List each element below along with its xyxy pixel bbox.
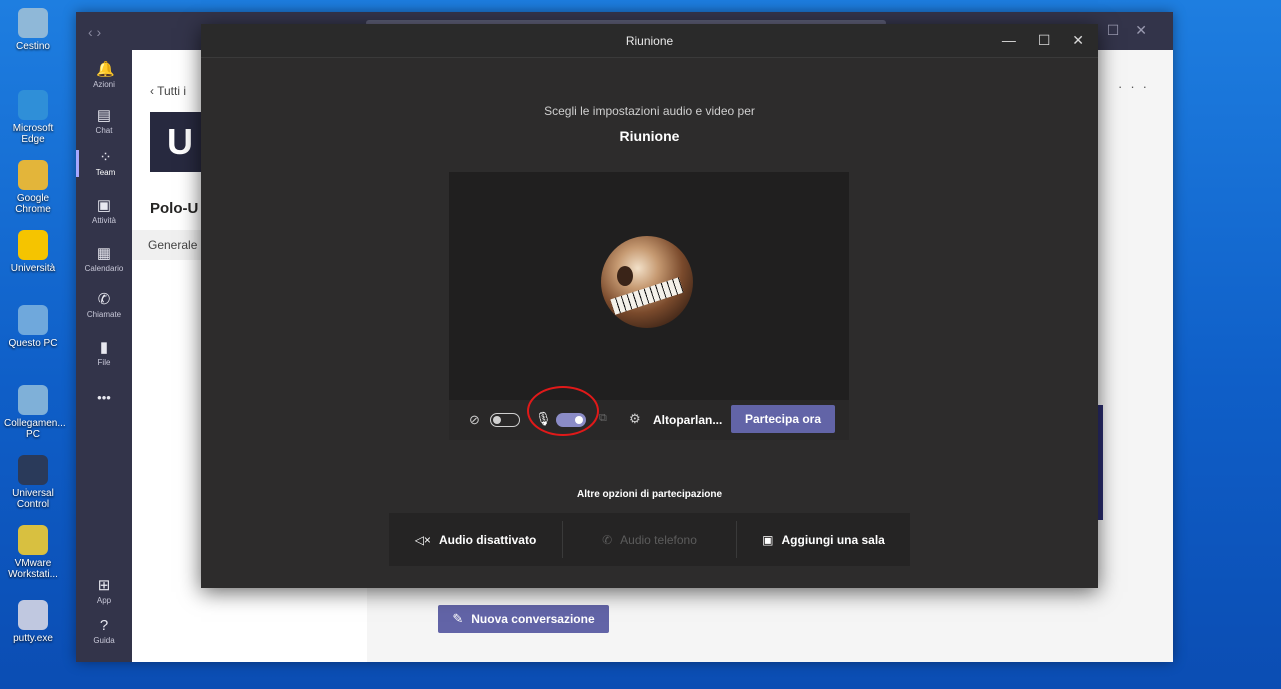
- add-room-option[interactable]: ▣ Aggiungi una sala: [737, 513, 910, 566]
- desktop-shortcut-label: Google Chrome: [15, 193, 51, 215]
- rail-calendar-icon: ▦: [96, 245, 112, 262]
- dialog-subtitle: Scegli le impostazioni audio e video per: [544, 104, 755, 118]
- add-room-label: Aggiungi una sala: [781, 532, 885, 547]
- user-avatar: [601, 236, 693, 328]
- putty-icon: [18, 600, 48, 630]
- rail-help-icon: ?: [99, 617, 109, 634]
- team-name[interactable]: Polo-U: [150, 200, 198, 217]
- rail-team-icon: ⁘: [99, 149, 112, 166]
- speaker-select[interactable]: Altoparlan...: [653, 413, 722, 427]
- desktop-shortcut[interactable]: Questo PC: [4, 305, 62, 349]
- desktop-shortcut-label: VMware Workstati...: [8, 558, 58, 580]
- audio-off-label: Audio disattivato: [438, 532, 537, 547]
- back-to-teams-link[interactable]: ‹ Tutti i: [150, 84, 186, 98]
- annotation-circle: [527, 386, 599, 436]
- rail-team-label: Team: [95, 168, 116, 177]
- rail-files-icon: ▮: [99, 339, 109, 356]
- other-join-options-label: Altre opzioni di partecipazione: [576, 489, 722, 500]
- nav-arrows[interactable]: ‹ ›: [88, 24, 101, 40]
- warning-folder-icon: [18, 230, 48, 260]
- rail-chat-icon: ▤: [96, 107, 112, 124]
- camera-toggle[interactable]: [490, 413, 520, 427]
- phone-audio-option[interactable]: ✆ Audio telefono: [563, 513, 736, 566]
- rail-apps-icon: ⊞: [97, 577, 111, 594]
- desktop-shortcut-label: Cestino: [16, 41, 50, 52]
- join-options: ◁× Audio disattivato ✆ Audio telefono ▣ …: [389, 513, 910, 566]
- app-rail: 🔔 Azioni ▤ Chat ⁘ Team ▣ Attività ▦ Calendario ✆ Ch…: [76, 50, 132, 662]
- rail-calls-label: Chiamate: [86, 310, 122, 319]
- camera-off-icon: ⊘: [469, 412, 480, 427]
- rail-help[interactable]: ? Guida: [76, 617, 132, 646]
- desktop-icons: Cestino Microsoft Edge Google Chrome Univer…: [0, 0, 66, 689]
- dialog-window-controls: — ☐ ✕: [984, 32, 1084, 49]
- join-now-button[interactable]: Partecipa ora: [731, 405, 835, 433]
- vmware-icon: [18, 525, 48, 555]
- rail-activity[interactable]: ▣ Attività: [76, 197, 132, 226]
- desktop-shortcut[interactable]: Collegamen... PC: [4, 385, 66, 440]
- rail-actions-icon: 🔔: [96, 61, 115, 78]
- universal-control-icon: [18, 455, 48, 485]
- desktop-shortcut[interactable]: Universal Control: [4, 455, 62, 510]
- maximize-icon[interactable]: ☐: [1038, 32, 1051, 48]
- desktop-shortcut-label: Questo PC: [8, 338, 58, 349]
- avatar-figure: [617, 266, 633, 286]
- dialog-title: Riunione: [625, 34, 674, 48]
- phone-icon: ✆: [602, 532, 613, 547]
- gear-icon[interactable]: ⚙: [629, 411, 641, 427]
- audio-off-option[interactable]: ◁× Audio disattivato: [389, 513, 562, 566]
- remote-desktop-icon: [18, 385, 48, 415]
- rail-actions-label: Azioni: [93, 80, 115, 89]
- desktop-shortcut[interactable]: Google Chrome: [4, 160, 62, 215]
- camera-toggle-knob: [493, 416, 501, 424]
- minimize-icon[interactable]: —: [1002, 32, 1016, 48]
- desktop-shortcut[interactable]: Microsoft Edge: [4, 90, 62, 145]
- background-blur-icon[interactable]: ⧉: [599, 412, 607, 425]
- rail-files[interactable]: ▮ File: [76, 339, 132, 368]
- rail-more[interactable]: •••: [76, 390, 132, 405]
- desktop-shortcut-label: Microsoft Edge: [12, 123, 54, 145]
- room-icon: ▣: [762, 532, 774, 547]
- video-preview: ⊘ 🎙 ⧉ ⚙ Altoparlan... Partecipa ora: [449, 172, 849, 440]
- rail-calls[interactable]: ✆ Chiamate: [76, 291, 132, 320]
- desktop-shortcut-label: Universal Control: [12, 488, 54, 510]
- rail-calendar[interactable]: ▦ Calendario: [76, 245, 132, 274]
- desktop-shortcut-label: putty.exe: [13, 633, 53, 644]
- rail-actions[interactable]: 🔔 Azioni: [76, 61, 132, 90]
- new-conversation-label: Nuova conversazione: [471, 612, 595, 626]
- speaker-muted-icon: ◁×: [414, 532, 431, 547]
- edit-icon: ✎: [452, 611, 464, 626]
- rail-more-label: •••: [97, 390, 111, 405]
- rail-calendar-label: Calendario: [84, 264, 124, 273]
- desktop-shortcut[interactable]: Cestino: [4, 8, 62, 52]
- chrome-icon: [18, 160, 48, 190]
- recycle-bin-icon: [18, 8, 48, 38]
- meeting-dialog: Riunione — ☐ ✕ Scegli le impostazioni au…: [201, 24, 1098, 588]
- edge-icon: [18, 90, 48, 120]
- rail-team[interactable]: ⁘ Team: [76, 150, 132, 177]
- rail-apps-label: App: [96, 596, 112, 605]
- rail-calls-icon: ✆: [97, 291, 111, 308]
- meeting-name: Riunione: [619, 128, 680, 144]
- dialog-title-bar: Riunione — ☐ ✕: [201, 24, 1098, 58]
- pc-icon: [18, 305, 48, 335]
- rail-activity-icon: ▣: [96, 197, 112, 214]
- rail-apps[interactable]: ⊞ App: [76, 577, 132, 606]
- desktop-shortcut[interactable]: VMware Workstati...: [4, 525, 62, 580]
- desktop-shortcut-label: Collegamen... PC: [4, 418, 66, 440]
- phone-audio-label: Audio telefono: [620, 532, 697, 547]
- rail-files-label: File: [97, 358, 111, 367]
- new-conversation-button[interactable]: ✎ Nuova conversazione: [438, 605, 609, 633]
- rail-activity-label: Attività: [91, 216, 116, 225]
- rail-chat-label: Chat: [95, 126, 113, 135]
- rail-chat[interactable]: ▤ Chat: [76, 107, 132, 136]
- device-controls: ⊘ 🎙 ⧉ ⚙ Altoparlan... Partecipa ora: [449, 400, 849, 440]
- close-icon[interactable]: ✕: [1072, 32, 1084, 48]
- desktop-shortcut[interactable]: putty.exe: [4, 600, 62, 644]
- desktop-shortcut[interactable]: Università: [4, 230, 62, 274]
- rail-help-label: Guida: [93, 636, 115, 645]
- desktop-shortcut-label: Università: [10, 263, 56, 274]
